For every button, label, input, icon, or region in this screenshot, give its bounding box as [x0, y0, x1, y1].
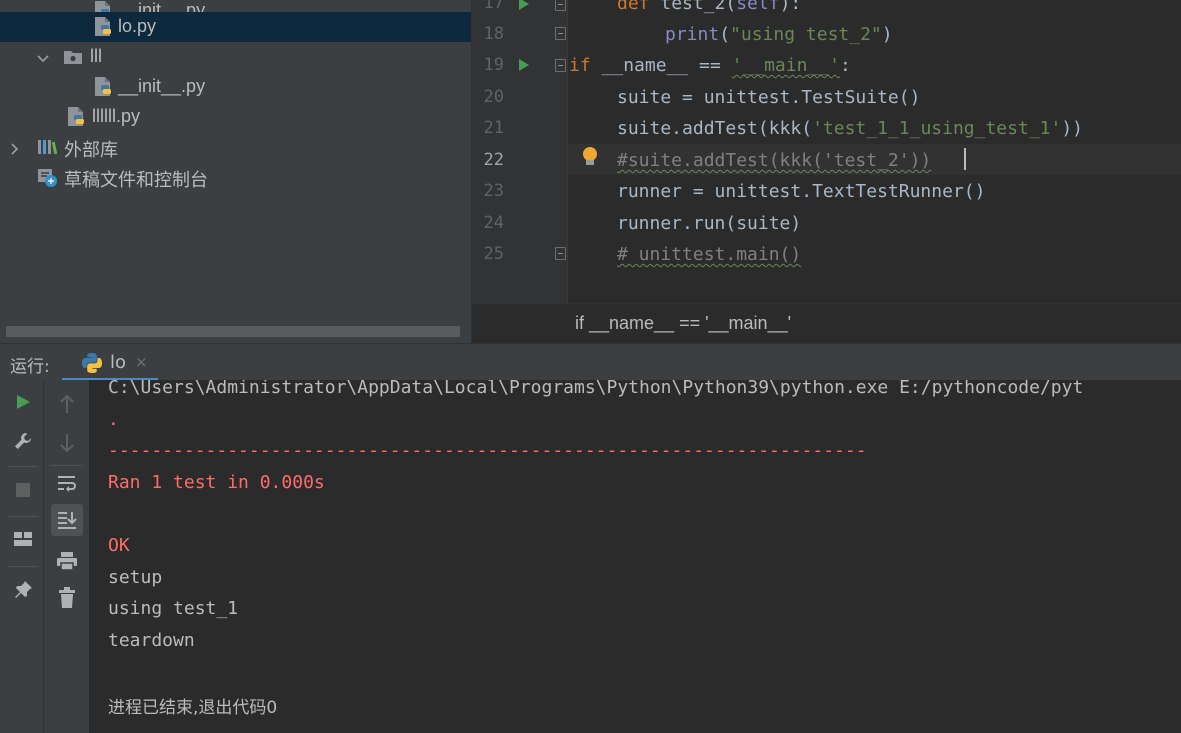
python-icon	[80, 351, 104, 379]
console-output[interactable]: C:\Users\Administrator\AppData\Local\Pro…	[90, 380, 1181, 733]
text-caret	[964, 148, 966, 170]
line-number: 17	[483, 0, 504, 13]
console-line: OK	[108, 535, 130, 556]
fold-marker-icon[interactable]	[555, 59, 566, 72]
tree-item-label: llllll.py	[92, 106, 141, 126]
gutter-separator	[567, 0, 568, 303]
tree-item-label: __init__.py	[118, 76, 206, 96]
intention-bulb-icon[interactable]	[582, 147, 598, 165]
code-editor[interactable]: 17 18 19 20 21 22 23 24 25 def test_2(se…	[471, 0, 1181, 343]
close-icon[interactable]: ×	[135, 353, 148, 371]
code-line: # unittest.main()	[617, 244, 802, 265]
line-number: 24	[483, 213, 504, 233]
scroll-to-end-icon[interactable]	[51, 504, 83, 536]
fold-marker-icon[interactable]	[555, 247, 566, 260]
breadcrumb[interactable]: if __name__ == '__main__'	[472, 303, 1181, 343]
run-tab-lo[interactable]: lo ×	[62, 344, 158, 381]
horizontal-scrollbar[interactable]	[6, 326, 460, 337]
project-tree-panel: __init__.py lo.py lll __init__.py llllll…	[0, 0, 471, 343]
settings-wrench-icon[interactable]	[7, 425, 39, 457]
fold-marker-icon[interactable]	[555, 27, 566, 40]
python-file-icon	[92, 76, 114, 98]
line-number: 20	[483, 87, 504, 107]
run-toolbar-primary	[0, 380, 44, 733]
code-line: print("using test_2")	[665, 24, 893, 45]
code-line: if __name__ == '__main__':	[569, 55, 851, 76]
tree-item-label: 草稿文件和控制台	[64, 170, 208, 190]
scratches-icon	[36, 166, 58, 188]
run-test-gutter-icon[interactable]	[519, 0, 529, 10]
tree-item-label: lll	[90, 46, 102, 66]
line-number: 23	[483, 181, 504, 201]
console-line: ----------------------------------------…	[108, 440, 867, 461]
stop-icon[interactable]	[7, 474, 39, 506]
python-file-icon	[65, 106, 87, 128]
soft-wrap-icon[interactable]	[51, 467, 83, 499]
console-line: setup	[108, 567, 163, 588]
breadcrumb-item[interactable]: if __name__ == '__main__'	[575, 313, 791, 334]
console-line: Ran 1 test in 0.000s	[108, 472, 325, 493]
down-arrow-icon[interactable]	[51, 427, 83, 459]
run-icon[interactable]	[7, 386, 39, 418]
line-number: 21	[483, 118, 504, 138]
line-number: 18	[483, 24, 504, 44]
console-line: 进程已结束,退出代码0	[108, 698, 278, 718]
python-file-icon	[92, 16, 114, 38]
code-line: def test_2(self):	[617, 0, 802, 14]
tree-item-lll-package[interactable]: lll	[0, 42, 471, 72]
console-line: using test_1	[108, 598, 239, 619]
code-line: #suite.addTest(kkk('test_2'))	[617, 150, 932, 171]
line-number: 25	[483, 244, 504, 264]
trash-icon[interactable]	[51, 582, 83, 614]
console-line: teardown	[108, 630, 195, 651]
up-arrow-icon[interactable]	[51, 388, 83, 420]
tree-item-lo-py[interactable]: lo.py	[0, 12, 471, 42]
console-line: .	[108, 409, 119, 430]
chevron-down-icon[interactable]	[36, 50, 50, 64]
package-folder-icon	[62, 46, 84, 68]
code-line: suite = unittest.TestSuite()	[617, 87, 921, 108]
fold-marker-icon[interactable]	[555, 0, 566, 11]
tree-item-label: lo.py	[118, 16, 157, 36]
chevron-right-icon[interactable]	[8, 140, 22, 155]
tree-item-external-libraries[interactable]: 外部库	[0, 132, 471, 162]
run-tab-label: lo	[110, 352, 127, 373]
tree-item-lll-init-py[interactable]: __init__.py	[0, 72, 471, 102]
code-line: runner.run(suite)	[617, 213, 802, 234]
tree-item-scratches[interactable]: 草稿文件和控制台	[0, 162, 471, 192]
print-icon[interactable]	[51, 545, 83, 577]
console-line: C:\Users\Administrator\AppData\Local\Pro…	[108, 380, 1084, 398]
layout-icon[interactable]	[7, 523, 39, 555]
code-line: runner = unittest.TextTestRunner()	[617, 181, 986, 202]
run-toolbar-secondary	[44, 380, 90, 733]
run-main-gutter-icon[interactable]	[519, 59, 529, 71]
line-number: 22	[483, 150, 504, 170]
code-line: suite.addTest(kkk('test_1_1_using_test_1…	[617, 118, 1084, 139]
pin-icon[interactable]	[7, 574, 39, 606]
library-icon	[36, 136, 58, 158]
run-panel-header: 运行: lo ×	[0, 343, 1181, 381]
line-number: 19	[483, 55, 504, 75]
run-panel-title: 运行:	[10, 357, 50, 377]
tree-item-label: 外部库	[64, 140, 118, 160]
tree-item-llllll-py[interactable]: llllll.py	[0, 102, 471, 132]
